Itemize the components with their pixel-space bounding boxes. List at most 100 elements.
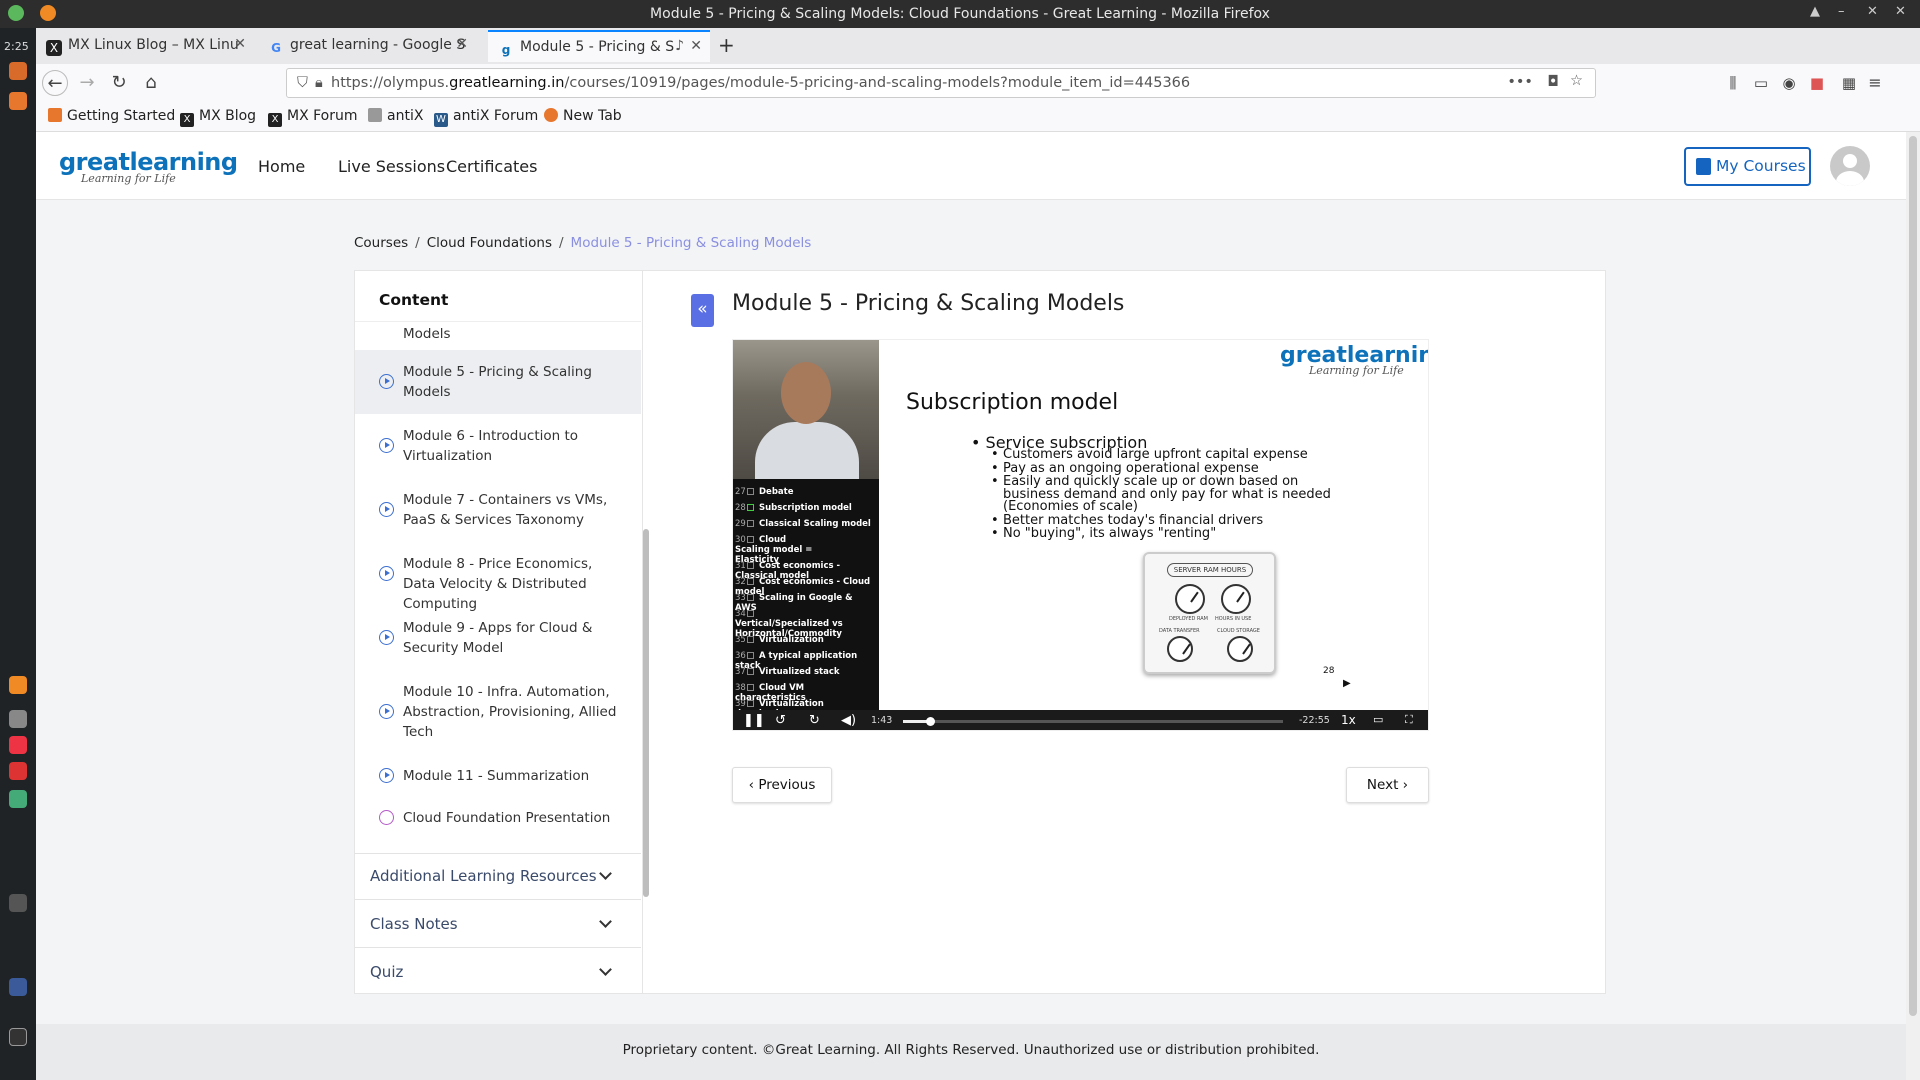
library-icon[interactable]: ⫼	[1720, 70, 1746, 96]
book-icon	[1696, 158, 1711, 175]
next-button[interactable]: Next ›	[1346, 767, 1429, 803]
app-icon[interactable]	[9, 62, 27, 80]
firefox-task-icon[interactable]	[9, 676, 27, 694]
module-item[interactable]: Cloud Foundation Presentation	[355, 798, 641, 842]
tab-close-icon[interactable]: ✕	[456, 36, 468, 52]
rewind-icon[interactable]: ↺	[775, 713, 786, 728]
app-icon[interactable]	[9, 762, 27, 780]
x-logo-icon: X	[268, 113, 282, 127]
module-item[interactable]: Module 10 - Infra. Automation, Abstracti…	[355, 670, 641, 754]
speaker-icon[interactable]: ♪	[675, 38, 684, 54]
chevron-left-icon: ‹	[748, 777, 759, 793]
firefox-launcher-icon[interactable]	[9, 92, 27, 110]
gauge-icon	[1167, 636, 1193, 662]
shade-icon[interactable]: ▲	[1810, 4, 1820, 19]
shield-icon[interactable]: ⛉	[297, 75, 308, 91]
video-player[interactable]: 27 Debate 28 Subscription model 29 Classica…	[732, 339, 1429, 731]
captions-icon[interactable]: ▭	[1373, 713, 1383, 726]
tab-close-icon[interactable]: ✕	[690, 38, 702, 54]
forward-icon[interactable]: →	[74, 70, 100, 96]
module-item[interactable]: Module 6 - Introduction to Virtualizatio…	[355, 414, 641, 478]
firefox-tray-icon[interactable]	[9, 978, 27, 996]
bookmark-antix-forum[interactable]: WantiX Forum	[434, 108, 538, 127]
forward-icon[interactable]: ↻	[809, 713, 820, 728]
account-icon[interactable]: ◉	[1776, 70, 1802, 96]
tray-icon[interactable]	[9, 894, 27, 912]
play-circle-icon	[379, 704, 394, 719]
site-header: greatlearning Learning for Life Home Liv…	[36, 132, 1906, 200]
sidebar-icon[interactable]: ▭	[1748, 70, 1774, 96]
tab-module-5[interactable]: g Module 5 - Pricing & S ♪ ✕	[488, 30, 710, 62]
home-icon[interactable]: ⌂	[138, 70, 164, 96]
breadcrumb-current: Module 5 - Pricing & Scaling Models	[570, 235, 812, 251]
chevron-down-icon	[599, 867, 612, 880]
chevron-right-icon: ›	[1398, 777, 1409, 793]
files-icon[interactable]	[9, 710, 27, 728]
toc-item: 28 Subscription model	[735, 503, 852, 513]
bookmark-getting-started[interactable]: Getting Started	[48, 108, 175, 124]
bookmark-mx-forum[interactable]: X MX Forum	[268, 108, 358, 127]
nav-certificates[interactable]: Certificates	[446, 157, 537, 176]
section-label: Class Notes	[370, 915, 458, 933]
meter-illustration: SERVER RAM HOURS DEPLOYED RAM HOURS IN U…	[1143, 552, 1276, 674]
play-circle-icon	[379, 630, 394, 645]
module-item[interactable]: Module 9 - Apps for Cloud & Security Mod…	[355, 606, 641, 670]
close-icon[interactable]: ✕	[1895, 4, 1906, 19]
pause-icon[interactable]: ❚❚	[743, 713, 765, 728]
tab-google[interactable]: Ggreat learning - Google S ✕	[258, 30, 476, 62]
pocket-icon[interactable]: ◘	[1548, 74, 1559, 90]
url-bar[interactable]: ⛉ 🔒︎ https://olympus.greatlearning.in/co…	[286, 68, 1596, 98]
tab-close-icon[interactable]: ✕	[234, 36, 246, 52]
fullscreen-icon[interactable]: ⛶	[1405, 713, 1413, 727]
seek-bar[interactable]	[903, 717, 1283, 726]
section-class-notes[interactable]: Class Notes	[370, 915, 612, 933]
scrollbar-thumb[interactable]	[1909, 136, 1917, 1016]
minimize-icon[interactable]: –	[1838, 4, 1845, 19]
reload-icon[interactable]: ↻	[106, 70, 132, 96]
site-logo[interactable]: greatlearning Learning for Life	[59, 148, 238, 185]
page-scrollbar[interactable]	[1906, 132, 1920, 1080]
seek-knob[interactable]	[925, 717, 935, 726]
back-icon[interactable]: ←	[42, 70, 68, 96]
hamburger-menu-icon[interactable]: ≡	[1862, 70, 1888, 96]
more-icon[interactable]: •••	[1507, 74, 1533, 90]
bookmark-label: New Tab	[563, 108, 622, 124]
nav-live-sessions[interactable]: Live Sessions	[338, 157, 445, 176]
bookmark-mx-blog[interactable]: X MX Blog	[180, 108, 256, 127]
breadcrumb-cloud-foundations[interactable]: Cloud Foundations	[427, 235, 552, 251]
module-item[interactable]: Module 7 - Containers vs VMs, PaaS & Ser…	[355, 478, 641, 542]
presenter-video	[733, 340, 879, 492]
network-icon[interactable]	[9, 790, 27, 808]
bookmark-antix[interactable]: antiX	[368, 108, 423, 124]
previous-button[interactable]: ‹ Previous	[732, 767, 832, 803]
section-quiz[interactable]: Quiz	[370, 963, 612, 981]
slide-subbullets: Customers avoid large upfront capital ex…	[991, 448, 1341, 542]
breadcrumb: Courses / Cloud Foundations / Module 5 - Pri…	[354, 235, 812, 251]
my-courses-button[interactable]: My Courses	[1684, 147, 1811, 186]
volume-icon[interactable]: ◀)	[841, 713, 856, 728]
tab-mx-blog[interactable]: X MX Linux Blog – MX Linu ✕	[36, 30, 254, 62]
collapse-sidebar-button[interactable]: «	[691, 294, 714, 327]
nav-home[interactable]: Home	[258, 157, 305, 176]
module-label: Module 7 - Containers vs VMs, PaaS & Ser…	[403, 492, 608, 528]
my-courses-label: My Courses	[1716, 157, 1806, 175]
new-tab-button[interactable]: +	[712, 30, 742, 62]
section-additional-resources[interactable]: Additional Learning Resources	[370, 867, 612, 885]
maximize-icon[interactable]: ✕	[1867, 4, 1878, 19]
sidebar-scrollbar[interactable]	[643, 529, 649, 897]
module-item[interactable]: Models	[355, 322, 641, 350]
bookmark-star-icon[interactable]: ☆	[1570, 73, 1583, 89]
module-item[interactable]: Module 8 - Price Economics, Data Velocit…	[355, 542, 641, 612]
speed-button[interactable]: 1x	[1341, 713, 1356, 727]
extensions-icon[interactable]: ▦	[1836, 70, 1862, 96]
module-item[interactable]: Module 11 - Summarization	[355, 754, 641, 798]
module-item-active[interactable]: Module 5 - Pricing & Scaling Models	[355, 350, 641, 414]
bookmark-new-tab[interactable]: New Tab	[544, 108, 622, 124]
breadcrumb-courses[interactable]: Courses	[354, 235, 408, 251]
avatar[interactable]	[1830, 146, 1870, 186]
app-icon[interactable]	[9, 736, 27, 754]
mx-logo-icon[interactable]	[9, 1028, 27, 1046]
bookmark-label: antiX Forum	[453, 108, 539, 124]
previous-label: Previous	[758, 777, 816, 793]
extension-icon[interactable]: ■	[1804, 70, 1830, 96]
